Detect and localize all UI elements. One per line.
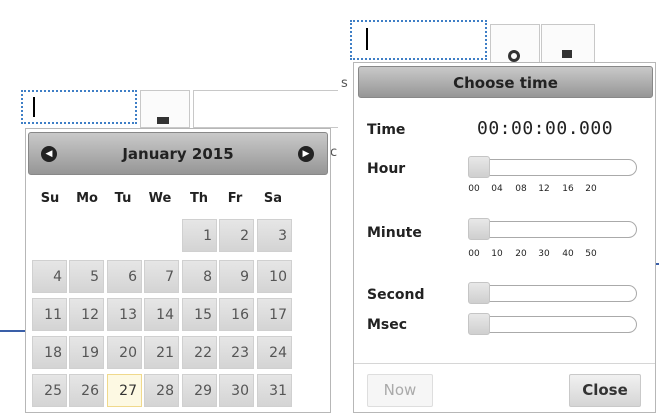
day-cell[interactable]: 30 xyxy=(219,374,254,407)
datepicker-header: ◀ January 2015 ▶ xyxy=(28,132,328,175)
day-cell[interactable]: 31 xyxy=(257,374,292,407)
day-cell[interactable]: 1 xyxy=(182,219,217,252)
close-button[interactable]: Close xyxy=(569,374,641,407)
second-label: Second xyxy=(367,287,425,303)
circle-arrow-right-icon[interactable]: ▶ xyxy=(298,146,314,162)
weekday-header: Sa xyxy=(263,191,283,206)
day-cell[interactable]: 20 xyxy=(107,336,142,369)
tick-label: 20 xyxy=(585,184,597,194)
minute-slider-handle[interactable] xyxy=(468,218,490,240)
tick-label: 20 xyxy=(515,249,527,259)
tick-label: 40 xyxy=(562,249,574,259)
date-input[interactable] xyxy=(21,90,137,124)
day-cell[interactable]: 22 xyxy=(182,336,217,369)
day-cell[interactable]: 17 xyxy=(257,298,292,331)
tick-label: 08 xyxy=(515,184,527,194)
time-value: 00:00:00.000 xyxy=(477,118,614,139)
day-cell[interactable]: 6 xyxy=(107,260,142,293)
day-cell[interactable]: 5 xyxy=(69,260,104,293)
day-cell[interactable]: 9 xyxy=(219,260,254,293)
msec-slider[interactable] xyxy=(468,313,637,335)
timepicker-popup: Choose time Time 00:00:00.000 Hour 00 04 0… xyxy=(353,62,656,413)
day-cell[interactable]: 24 xyxy=(257,336,292,369)
day-cell[interactable]: 14 xyxy=(144,298,179,331)
time-input[interactable] xyxy=(350,20,487,60)
tick-label: 12 xyxy=(538,184,550,194)
day-cell[interactable]: 19 xyxy=(69,336,104,369)
day-cell[interactable]: 11 xyxy=(32,298,67,331)
weekday-header: Th xyxy=(189,191,209,206)
weekday-header: Su xyxy=(40,191,60,206)
day-cell[interactable]: 4 xyxy=(32,260,67,293)
tick-label: 10 xyxy=(491,249,503,259)
time-label: Time xyxy=(367,122,406,138)
day-cell[interactable]: 23 xyxy=(219,336,254,369)
day-cell[interactable]: 16 xyxy=(219,298,254,331)
text-caret xyxy=(33,97,35,117)
calendar-icon xyxy=(157,117,169,124)
tick-label: 00 xyxy=(468,249,480,259)
day-cell[interactable]: 2 xyxy=(219,219,254,252)
month-year-title: January 2015 xyxy=(122,145,234,163)
second-slider-handle[interactable] xyxy=(468,282,490,304)
minute-ticks: 00 10 20 30 40 50 xyxy=(468,249,643,261)
weekday-header: Mo xyxy=(76,191,98,206)
timepicker-header: Choose time xyxy=(358,66,653,98)
calendar-icon xyxy=(562,50,572,58)
now-button[interactable]: Now xyxy=(367,374,433,407)
tick-label: 30 xyxy=(538,249,550,259)
day-cell[interactable]: 21 xyxy=(144,336,179,369)
weekday-header: We xyxy=(148,191,172,206)
day-cell[interactable]: 25 xyxy=(32,374,67,407)
day-cell[interactable]: 15 xyxy=(182,298,217,331)
day-cell[interactable]: 10 xyxy=(257,260,292,293)
hour-ticks: 00 04 08 12 16 20 xyxy=(468,184,643,196)
day-cell[interactable]: 13 xyxy=(107,298,142,331)
day-cell[interactable]: 7 xyxy=(144,260,179,293)
minute-slider[interactable] xyxy=(468,218,637,240)
minute-label: Minute xyxy=(367,225,422,241)
clock-icon xyxy=(508,50,520,62)
partial-text: s xyxy=(341,76,348,91)
partial-text: c xyxy=(330,145,338,160)
tick-label: 04 xyxy=(491,184,503,194)
page: c s ◀ January 2015 ▶ Su Mo Tu We Th Fr Sa 1234… xyxy=(0,0,659,413)
hour-label: Hour xyxy=(367,161,406,177)
second-slider[interactable] xyxy=(468,282,637,304)
weekday-header: Fr xyxy=(227,191,243,206)
day-cell[interactable]: 18 xyxy=(32,336,67,369)
divider-line xyxy=(0,330,25,332)
datepicker-popup: ◀ January 2015 ▶ Su Mo Tu We Th Fr Sa 12345678… xyxy=(25,128,331,413)
text-caret xyxy=(366,28,368,50)
msec-label: Msec xyxy=(367,317,408,333)
tick-label: 00 xyxy=(468,184,480,194)
tick-label: 16 xyxy=(562,184,574,194)
weekday-header: Tu xyxy=(114,191,132,206)
day-cell[interactable]: 28 xyxy=(144,374,179,407)
calendar-button[interactable] xyxy=(140,90,190,128)
day-cell[interactable]: 29 xyxy=(182,374,217,407)
day-cell[interactable]: 27 xyxy=(107,374,142,407)
button-pane-divider xyxy=(354,363,655,364)
hour-slider-handle[interactable] xyxy=(468,156,490,178)
msec-slider-handle[interactable] xyxy=(468,313,490,335)
tick-label: 50 xyxy=(585,249,597,259)
day-cell[interactable]: 3 xyxy=(257,219,292,252)
day-cell[interactable]: 26 xyxy=(69,374,104,407)
text-input[interactable] xyxy=(193,90,338,128)
hour-slider[interactable] xyxy=(468,156,637,178)
day-cell[interactable]: 12 xyxy=(69,298,104,331)
day-cell[interactable]: 8 xyxy=(182,260,217,293)
